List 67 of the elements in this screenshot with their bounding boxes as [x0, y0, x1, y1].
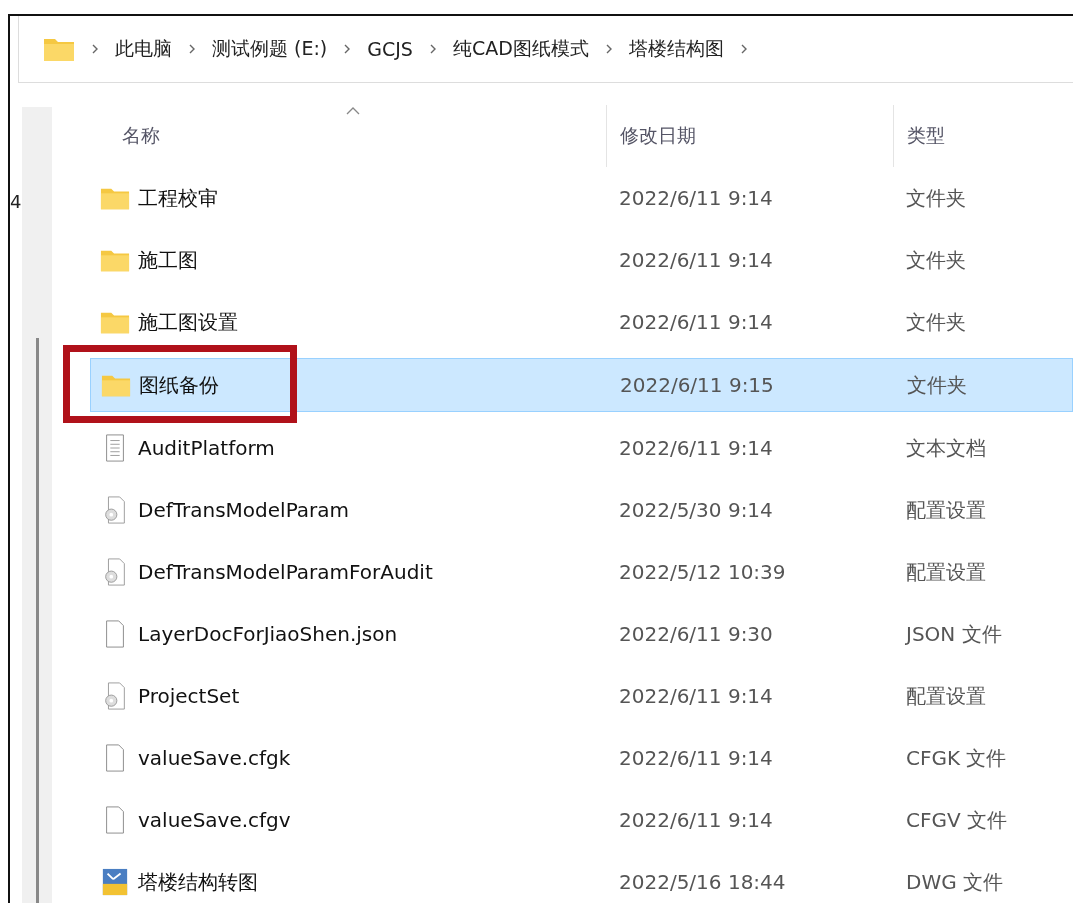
breadcrumb-item[interactable]: GCJS [367, 38, 413, 60]
chevron-icon[interactable] [604, 43, 613, 55]
file-type: JSON 文件 [906, 620, 1002, 648]
modified-date: 2022/5/30 9:14 [619, 498, 773, 522]
column-header[interactable]: 类型 [907, 123, 945, 149]
modified-date: 2022/6/11 9:14 [619, 310, 773, 334]
breadcrumb-item[interactable]: 此电脑 [115, 36, 172, 62]
breadcrumb-item[interactable]: 测试例题 (E:) [212, 36, 328, 62]
chevron-icon[interactable] [91, 43, 99, 55]
column-header[interactable]: 修改日期 [620, 123, 696, 149]
chevron-icon[interactable] [739, 43, 748, 55]
file-row[interactable]: valueSave.cfgk 2022/6/11 9:14 CFGK 文件 [90, 727, 1073, 789]
file-name: 施工图设置 [138, 308, 238, 336]
nav-pane-text: 4 [10, 191, 22, 212]
file-row[interactable]: DefTransModelParamForAudit 2022/5/12 10:39 配置设置 [90, 541, 1073, 603]
modified-date: 2022/6/11 9:14 [619, 808, 773, 832]
file-row[interactable]: ProjectSet 2022/6/11 9:14 配置设置 [90, 665, 1073, 727]
file-name: valueSave.cfgk [138, 746, 291, 770]
drawing-file-icon [100, 868, 130, 896]
file-name: DefTransModelParam [138, 498, 350, 522]
file-name: 施工图 [138, 246, 198, 274]
folder-icon [43, 36, 75, 62]
file-type: CFGK 文件 [906, 744, 1007, 772]
modified-date: 2022/6/11 9:30 [619, 622, 773, 646]
modified-date: 2022/6/11 9:14 [619, 436, 773, 460]
chevron-icon[interactable] [428, 43, 437, 55]
modified-date: 2022/5/16 18:44 [619, 870, 786, 894]
file-row[interactable]: 施工图 2022/6/11 9:14 文件夹 [90, 229, 1073, 291]
file-type: 配置设置 [906, 558, 986, 586]
file-type: 文本文档 [906, 434, 986, 462]
modified-date: 2022/6/11 9:14 [619, 186, 773, 210]
file-name: ProjectSet [138, 684, 240, 708]
scrollbar[interactable] [36, 338, 39, 903]
chevron-icon[interactable] [188, 43, 196, 55]
file-type: 文件夹 [906, 184, 966, 212]
file-name: LayerDocForJiaoShen.json [138, 622, 398, 646]
file-type: 配置设置 [906, 682, 986, 710]
file-row[interactable]: 塔楼结构转图 2022/5/16 18:44 DWG 文件 [90, 851, 1073, 903]
file-type: 文件夹 [906, 246, 966, 274]
file-row[interactable]: AuditPlatform 2022/6/11 9:14 文本文档 [90, 417, 1073, 479]
file-type: 配置设置 [906, 496, 986, 524]
modified-date: 2022/6/11 9:15 [620, 373, 774, 397]
file-row[interactable]: DefTransModelParam 2022/5/30 9:14 配置设置 [90, 479, 1073, 541]
breadcrumb-item[interactable]: 塔楼结构图 [628, 36, 724, 62]
file-row[interactable]: LayerDocForJiaoShen.json 2022/6/11 9:30 JSON 文件 [90, 603, 1073, 665]
breadcrumb-item[interactable]: 纯CAD图纸模式 [452, 36, 589, 62]
modified-date: 2022/6/11 9:14 [619, 248, 773, 272]
modified-date: 2022/6/11 9:14 [619, 746, 773, 770]
file-name: 图纸备份 [139, 371, 219, 399]
modified-date: 2022/6/11 9:14 [619, 684, 773, 708]
file-type: 文件夹 [906, 308, 966, 336]
file-type: 文件夹 [907, 371, 967, 399]
file-row[interactable]: 工程校审 2022/6/11 9:14 文件夹 [90, 167, 1073, 229]
file-type: DWG 文件 [906, 868, 1004, 896]
file-row[interactable]: 图纸备份 2022/6/11 9:15 文件夹 [90, 358, 1073, 412]
file-type: CFGV 文件 [906, 806, 1007, 834]
file-name: 工程校审 [138, 184, 218, 212]
file-row[interactable]: valueSave.cfgv 2022/6/11 9:14 CFGV 文件 [90, 789, 1073, 851]
chevron-icon[interactable] [343, 43, 352, 55]
file-name: 塔楼结构转图 [138, 868, 258, 896]
column-header[interactable]: 名称 [122, 123, 160, 149]
file-name: DefTransModelParamForAudit [138, 560, 433, 584]
address-bar[interactable]: 此电脑 测试例题 (E:) GCJS 纯CAD图纸模式 塔楼结构图 [18, 16, 1073, 83]
file-name: valueSave.cfgv [138, 808, 291, 832]
file-name: AuditPlatform [138, 436, 275, 460]
file-row[interactable]: 施工图设置 2022/6/11 9:14 文件夹 [90, 291, 1073, 353]
modified-date: 2022/5/12 10:39 [619, 560, 786, 584]
